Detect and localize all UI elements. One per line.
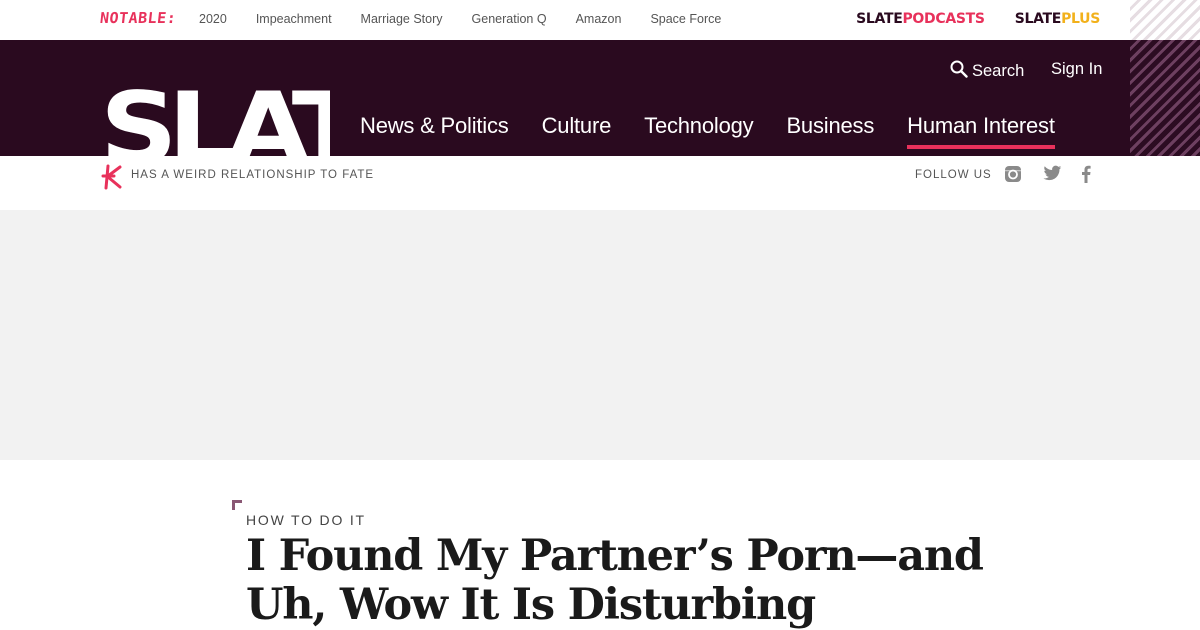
topic-link-amazon[interactable]: Amazon xyxy=(576,12,622,26)
topic-link-impeachment[interactable]: Impeachment xyxy=(256,12,332,26)
slate-logo[interactable]: SLATE xyxy=(100,86,330,156)
twitter-icon[interactable] xyxy=(1043,165,1062,187)
logo-text: SLATE xyxy=(100,86,330,156)
nav-news-politics[interactable]: News & Politics xyxy=(360,113,509,149)
article-section-label[interactable]: HOW TO DO IT xyxy=(246,512,366,528)
brand-links: SLATEPODCASTS SLATEPLUS xyxy=(856,10,1100,27)
nav-business[interactable]: Business xyxy=(786,113,874,149)
topic-link-2020[interactable]: 2020 xyxy=(199,12,227,26)
trending-topics: 2020 Impeachment Marriage Story Generati… xyxy=(199,12,750,26)
search-icon xyxy=(950,60,972,83)
sign-in-link[interactable]: Sign In xyxy=(1051,60,1102,79)
slate-plus-link[interactable]: SLATEPLUS xyxy=(1014,10,1101,27)
topic-link-generation-q[interactable]: Generation Q xyxy=(472,12,547,26)
podcasts-slate-wordmark: SLATE xyxy=(856,11,903,27)
nav-culture[interactable]: Culture xyxy=(542,113,612,149)
instagram-icon[interactable] xyxy=(1004,165,1022,188)
facebook-icon[interactable] xyxy=(1080,165,1092,188)
human-interest-icon xyxy=(100,164,124,195)
slate-podcasts-link[interactable]: SLATEPODCASTS xyxy=(856,10,985,27)
decorative-stripes-dark xyxy=(1130,40,1200,156)
notable-label: NOTABLE: xyxy=(99,9,178,27)
top-bar: NOTABLE: 2020 Impeachment Marriage Story… xyxy=(0,0,1200,40)
section-corner-mark xyxy=(232,500,242,510)
podcasts-wordmark: PODCASTS xyxy=(902,11,985,27)
ad-banner-slot xyxy=(0,210,1200,460)
section-tagline: HAS A WEIRD RELATIONSHIP TO FATE xyxy=(131,169,375,181)
search-button[interactable]: Search xyxy=(950,60,1024,83)
plus-slate-wordmark: SLATE xyxy=(1014,11,1062,27)
topic-link-marriage-story[interactable]: Marriage Story xyxy=(361,12,443,26)
site-header: SLATE Search Sign In News & Politics Cul… xyxy=(0,40,1130,156)
article-headline: I Found My Partner’s Porn—and Uh, Wow It… xyxy=(246,531,984,630)
nav-human-interest[interactable]: Human Interest xyxy=(907,113,1055,149)
plus-wordmark: PLUS xyxy=(1061,11,1100,27)
main-nav: News & Politics Culture Technology Busin… xyxy=(360,113,1088,149)
topic-link-space-force[interactable]: Space Force xyxy=(650,12,721,26)
nav-technology[interactable]: Technology xyxy=(644,113,754,149)
section-subbar: HAS A WEIRD RELATIONSHIP TO FATE FOLLOW … xyxy=(0,156,1200,210)
follow-us-label: FOLLOW US xyxy=(915,169,992,181)
search-label: Search xyxy=(972,62,1025,80)
